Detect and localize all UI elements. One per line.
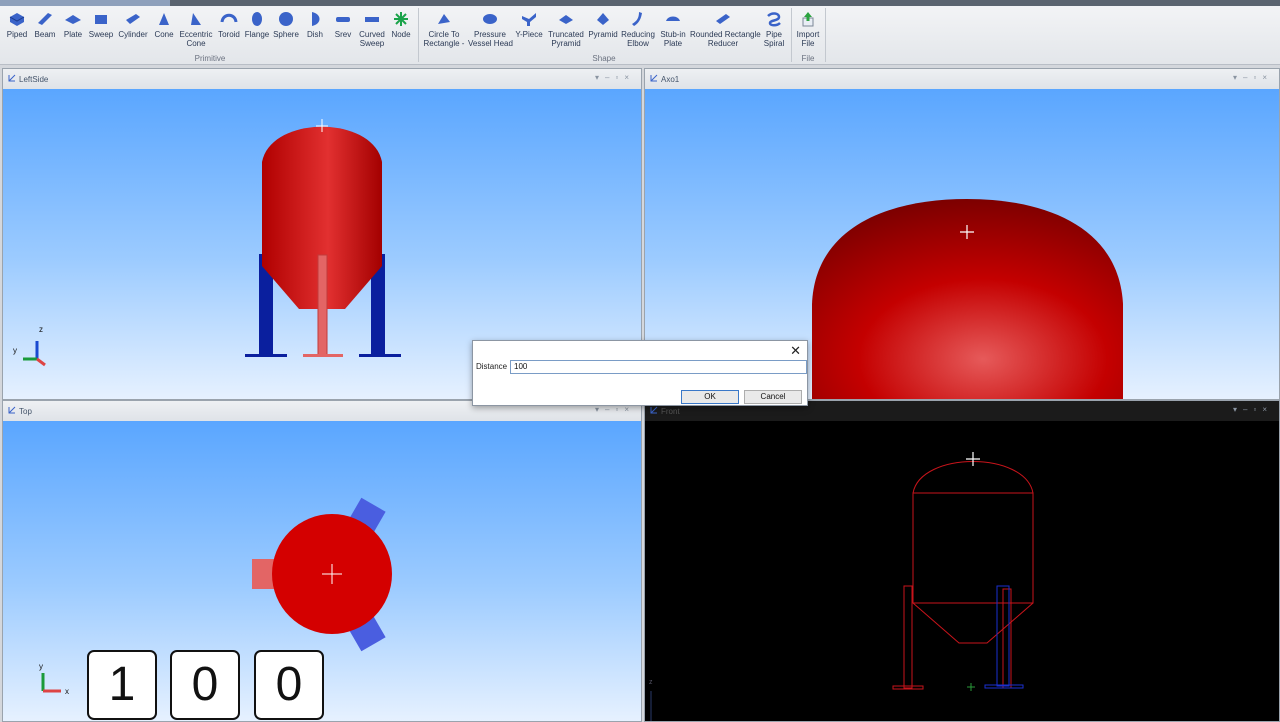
ok-button[interactable]: OK — [681, 390, 739, 404]
beam-icon — [38, 13, 52, 25]
distance-dialog: ✕ Distance 100 OK Cancel — [472, 340, 808, 406]
close-icon[interactable]: ✕ — [790, 343, 801, 359]
view-icon — [8, 74, 16, 82]
axis-label-y: y — [39, 662, 43, 671]
pyramid-button[interactable]: Pyramid — [588, 10, 618, 52]
viewport-window-controls[interactable]: ▾–▫× — [1233, 73, 1273, 82]
curved-sweep-icon — [365, 17, 379, 22]
cancel-button[interactable]: Cancel — [744, 390, 802, 404]
sphere-icon — [279, 12, 293, 26]
plate-button[interactable]: Plate — [60, 10, 86, 52]
import-file-icon — [802, 12, 814, 27]
ribbon-toolbar: Piped Beam Plate Sweep Cylinder Cone Ecc… — [0, 0, 1280, 65]
leg-base-plate — [359, 354, 401, 357]
srev-button[interactable]: Srev — [330, 10, 356, 52]
cone-button[interactable]: Cone — [152, 10, 176, 52]
ribbon-separator — [418, 8, 419, 62]
pipe-spiral-button[interactable]: Pipe Spiral — [760, 10, 788, 52]
rounded-rectangle-reducer-icon — [716, 14, 730, 24]
reducing-elbow-icon — [632, 12, 642, 26]
toroid-button[interactable]: Toroid — [216, 10, 242, 52]
view-icon — [8, 406, 16, 414]
group-label-primitive: Primitive — [194, 54, 226, 63]
leg-base-plate — [303, 354, 343, 357]
plate-icon — [65, 15, 81, 24]
eccentric-cone-button[interactable]: Eccentric Cone — [178, 10, 214, 52]
distance-label: Distance — [476, 362, 508, 371]
vessel-wireframe: z — [649, 452, 1034, 721]
axis-label-z: z — [39, 325, 43, 334]
group-label-file: File — [801, 54, 815, 63]
stub-in-plate-icon — [666, 16, 680, 21]
distance-input[interactable]: 100 — [510, 360, 807, 374]
pressure-vessel-head-icon — [483, 14, 497, 24]
viewport-title: Top — [19, 407, 32, 416]
keystroke-key: 0 — [170, 650, 240, 720]
dish-button[interactable]: Dish — [302, 10, 328, 52]
flange-icon — [252, 12, 262, 26]
ribbon-separator — [791, 8, 792, 62]
import-file-button[interactable]: Import File — [794, 10, 822, 52]
piped-icon — [9, 13, 25, 26]
sphere-button[interactable]: Sphere — [272, 10, 300, 52]
truncated-pyramid-button[interactable]: Truncated Pyramid — [546, 10, 586, 52]
rounded-rectangle-reducer-button[interactable]: Rounded Rectangle Reducer — [690, 10, 761, 52]
sweep-button[interactable]: Sweep — [88, 10, 114, 52]
axis-label-z: z — [649, 679, 653, 686]
y-piece-icon — [522, 13, 536, 26]
flange-button[interactable]: Flange — [244, 10, 270, 52]
viewport-canvas[interactable]: z — [645, 421, 1279, 721]
eccentric-cone-icon — [191, 13, 201, 25]
circle-to-rectangle-icon — [438, 14, 450, 24]
center-leg — [317, 254, 328, 357]
circle-to-rectangle-button[interactable]: Circle To Rectangle - — [422, 10, 466, 52]
viewport-window-controls[interactable]: ▾–▫× — [595, 73, 635, 82]
pyramid-icon — [597, 13, 609, 25]
axis-label-y: y — [13, 346, 17, 355]
cylinder-button[interactable]: Cylinder — [116, 10, 150, 52]
cone-icon — [159, 13, 169, 25]
pressure-vessel-head-button[interactable]: Pressure Vessel Head — [468, 10, 513, 52]
node-icon — [394, 12, 408, 26]
viewport-window-controls[interactable]: ▾–▫× — [1233, 405, 1273, 414]
title-bar-strip — [0, 0, 1280, 6]
pipe-spiral-icon — [767, 12, 781, 27]
viewport-window-controls[interactable]: ▾–▫× — [595, 405, 635, 414]
dish-icon — [312, 12, 320, 26]
srev-icon — [336, 17, 350, 22]
truncated-pyramid-icon — [559, 15, 573, 24]
axis-label-x: x — [65, 687, 69, 696]
reducing-elbow-button[interactable]: Reducing Elbow — [620, 10, 656, 52]
ribbon-separator — [825, 8, 826, 62]
viewport-title: Axo1 — [661, 75, 680, 84]
toroid-icon — [220, 13, 238, 23]
leg-base-plate — [245, 354, 287, 357]
axis-triad — [41, 673, 61, 693]
beam-button[interactable]: Beam — [32, 10, 58, 52]
axis-triad — [23, 341, 46, 367]
viewport-front[interactable]: Front ▾–▫× z — [644, 400, 1280, 722]
viewport-title: Front — [661, 407, 680, 416]
group-label-shape: Shape — [592, 54, 616, 63]
cylinder-icon — [126, 14, 140, 24]
wireframe-lines — [892, 461, 1034, 690]
piped-button[interactable]: Piped — [4, 10, 30, 52]
viewport-title-bar: LeftSide ▾–▫× — [3, 69, 641, 90]
wireframe-legs-blue — [984, 585, 1024, 689]
keystroke-key: 0 — [254, 650, 324, 720]
stub-in-plate-button[interactable]: Stub-in Plate — [658, 10, 688, 52]
viewport-title: LeftSide — [19, 75, 49, 84]
curved-sweep-button[interactable]: Curved Sweep — [358, 10, 386, 52]
sweep-icon — [95, 15, 107, 24]
keystroke-key: 1 — [87, 650, 157, 720]
view-icon — [650, 74, 658, 82]
view-icon — [650, 406, 658, 414]
y-piece-button[interactable]: Y-Piece — [514, 10, 544, 52]
viewport-title-bar: Axo1 ▾–▫× — [645, 69, 1279, 90]
node-button[interactable]: Node — [388, 10, 414, 52]
